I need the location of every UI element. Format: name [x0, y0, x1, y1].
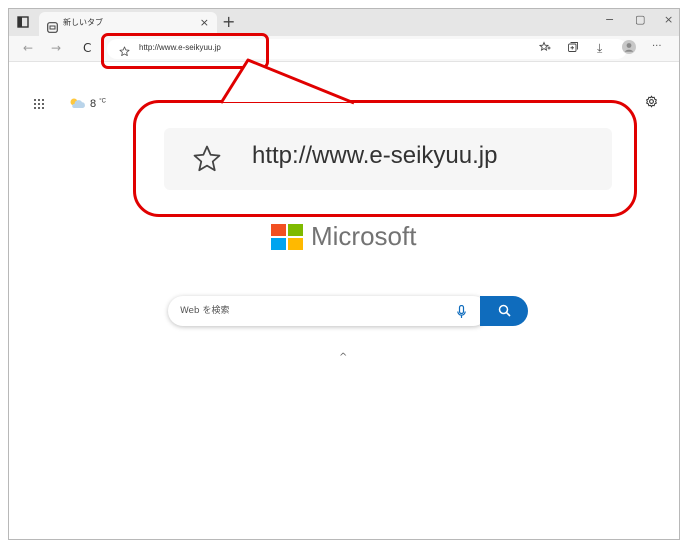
weather-widget[interactable]: 8 °C [68, 94, 106, 113]
new-tab-page-icon [47, 18, 58, 37]
more-menu-icon[interactable]: ··· [652, 41, 662, 52]
tab-title: 新しいタブ [63, 18, 103, 27]
callout-star-icon [192, 144, 222, 178]
search-input[interactable] [180, 302, 440, 320]
tab-actions-icon[interactable] [17, 16, 29, 28]
callout-address-bar: http://www.e-seikyuu.jp [164, 128, 612, 190]
tab-strip: 新しいタブ × + − ▢ × [9, 9, 679, 36]
new-tab-button[interactable]: + [222, 12, 235, 31]
forward-icon[interactable]: → [51, 41, 61, 55]
search-icon [498, 304, 511, 317]
maximize-button[interactable]: ▢ [635, 13, 645, 26]
url-callout: http://www.e-seikyuu.jp [133, 100, 637, 217]
search-box [168, 296, 528, 326]
browser-window: 新しいタブ × + − ▢ × ← → C http://www.e-seiky… [8, 8, 680, 540]
close-tab-icon[interactable]: × [200, 16, 209, 29]
profile-avatar[interactable] [622, 40, 636, 57]
temperature: 8 °C [90, 97, 106, 110]
minimize-button[interactable]: − [605, 13, 614, 26]
logo-text: Microsoft [311, 221, 417, 251]
back-icon[interactable]: ← [23, 41, 33, 55]
close-window-button[interactable]: × [664, 13, 673, 26]
partly-cloudy-icon [68, 94, 86, 113]
favorites-icon[interactable] [538, 41, 551, 56]
chevron-up-icon[interactable]: ^ [339, 352, 347, 363]
url-highlight-box [101, 33, 269, 69]
apps-grid-icon[interactable] [33, 95, 45, 114]
collections-icon[interactable] [567, 41, 579, 56]
microsoft-logo: Microsoft [271, 221, 416, 252]
download-icon[interactable]: ⤓ [597, 41, 602, 56]
gear-icon[interactable] [645, 93, 658, 112]
microphone-icon[interactable] [457, 304, 466, 323]
microsoft-logo-icon [271, 223, 303, 250]
search-button[interactable] [480, 296, 528, 326]
callout-url: http://www.e-seikyuu.jp [252, 142, 498, 169]
refresh-icon[interactable]: C [83, 41, 91, 55]
